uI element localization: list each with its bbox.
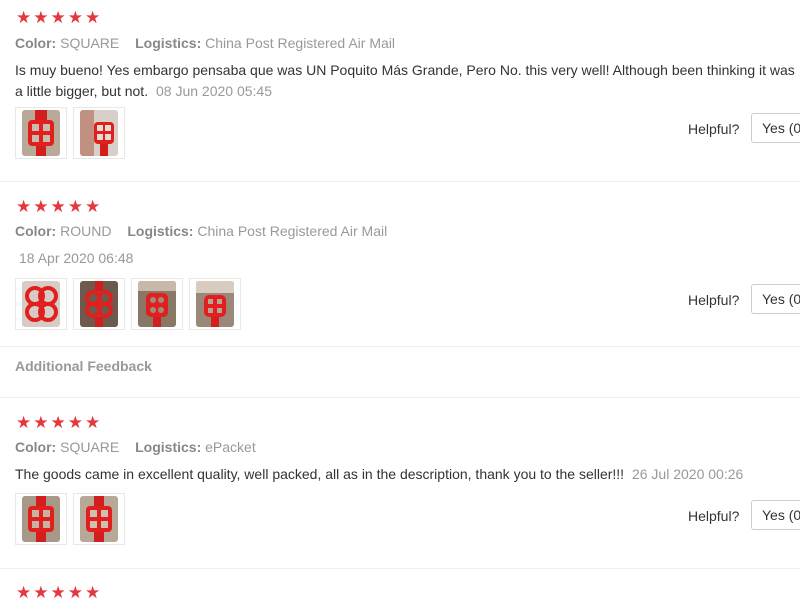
helpful-yes-button[interactable]: Yes (0) <box>751 500 800 530</box>
star-icon: ★ <box>85 413 101 433</box>
helpful-yes-button[interactable]: Yes (0) <box>751 113 800 143</box>
review-photo[interactable] <box>73 493 125 545</box>
color-value: SQUARE <box>60 35 120 51</box>
color-value: SQUARE <box>60 439 120 455</box>
review-photo[interactable] <box>73 278 125 330</box>
helpful-label: Helpful? <box>688 121 740 137</box>
star-icon: ★ <box>85 583 101 603</box>
product-photo-image <box>80 281 118 327</box>
helpful-label: Helpful? <box>688 292 740 308</box>
product-photo-image <box>138 281 176 327</box>
review-body: The goods came in excellent quality, wel… <box>15 466 625 482</box>
color-label: Color: <box>15 223 57 239</box>
star-icon: ★ <box>85 8 101 28</box>
review-meta: Color: SQUARE Logistics: China Post Regi… <box>15 35 407 51</box>
logistics-label: Logistics: <box>135 35 202 51</box>
review-date: 08 Jun 2020 05:45 <box>155 83 272 99</box>
star-icon: ★ <box>50 197 66 217</box>
star-icon: ★ <box>67 413 83 433</box>
star-icon: ★ <box>33 8 49 28</box>
logistics-value: China Post Registered Air Mail <box>205 35 396 51</box>
logistics-label: Logistics: <box>127 223 194 239</box>
review-photo[interactable] <box>131 278 183 330</box>
star-icon: ★ <box>33 413 49 433</box>
star-icon: ★ <box>16 413 32 433</box>
review-photos <box>15 493 125 545</box>
helpful-yes-button[interactable]: Yes (0) <box>751 284 800 314</box>
rating-stars: ★ ★ ★ ★ ★ <box>16 10 100 27</box>
review-meta: Color: ROUND Logistics: China Post Regis… <box>15 223 399 239</box>
review-photo[interactable] <box>15 493 67 545</box>
star-icon: ★ <box>16 583 32 603</box>
logistics-value: ePacket <box>205 439 256 455</box>
star-icon: ★ <box>50 413 66 433</box>
review-text: The goods came in excellent quality, wel… <box>15 464 795 485</box>
review-text: 18 Apr 2020 06:48 <box>15 248 795 269</box>
rating-stars: ★ ★ ★ ★ ★ <box>16 415 100 432</box>
star-icon: ★ <box>85 197 101 217</box>
color-value: ROUND <box>60 223 112 239</box>
product-photo-image <box>80 110 118 156</box>
star-icon: ★ <box>67 8 83 28</box>
divider <box>0 346 800 347</box>
star-icon: ★ <box>50 583 66 603</box>
product-photo-image <box>196 281 234 327</box>
review-meta: Color: SQUARE Logistics: ePacket <box>15 439 268 455</box>
review-date: 26 Jul 2020 00:26 <box>631 466 744 482</box>
rating-stars: ★ ★ ★ ★ ★ <box>16 585 100 602</box>
product-photo-image <box>22 281 60 327</box>
color-label: Color: <box>15 35 57 51</box>
logistics-label: Logistics: <box>135 439 202 455</box>
star-icon: ★ <box>67 197 83 217</box>
logistics-value: China Post Registered Air Mail <box>197 223 388 239</box>
star-icon: ★ <box>33 197 49 217</box>
product-photo-image <box>80 496 118 542</box>
review-photos <box>15 278 241 330</box>
review-photo[interactable] <box>15 107 67 159</box>
review-date: 18 Apr 2020 06:48 <box>19 250 134 266</box>
review-text: Is muy bueno! Yes embargo pensaba que wa… <box>15 60 795 102</box>
review-photo[interactable] <box>73 107 125 159</box>
review-photos <box>15 107 125 159</box>
review-body: Is muy bueno! Yes embargo pensaba que wa… <box>15 62 795 99</box>
helpful-label: Helpful? <box>688 508 740 524</box>
star-icon: ★ <box>16 8 32 28</box>
divider <box>0 181 800 182</box>
divider <box>0 397 800 398</box>
product-photo-image <box>22 110 60 156</box>
divider <box>0 568 800 569</box>
additional-feedback-label: Additional Feedback <box>15 358 152 374</box>
review-photo[interactable] <box>189 278 241 330</box>
rating-stars: ★ ★ ★ ★ ★ <box>16 199 100 216</box>
star-icon: ★ <box>50 8 66 28</box>
star-icon: ★ <box>16 197 32 217</box>
color-label: Color: <box>15 439 57 455</box>
star-icon: ★ <box>67 583 83 603</box>
star-icon: ★ <box>33 583 49 603</box>
review-photo[interactable] <box>15 278 67 330</box>
product-photo-image <box>22 496 60 542</box>
